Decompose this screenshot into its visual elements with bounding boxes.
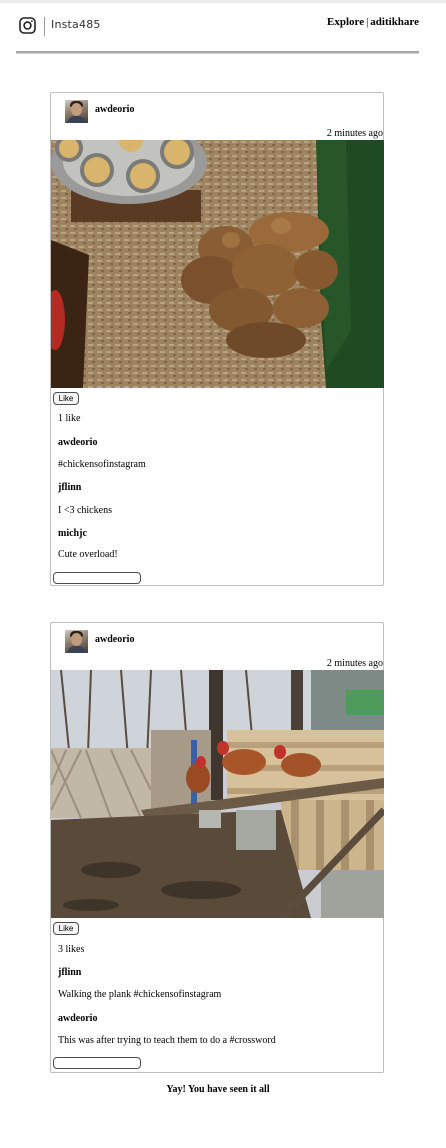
- header-divider: [16, 51, 419, 53]
- comment-text: I <3 chickens: [58, 505, 112, 516]
- comment-text: Cute overload!: [58, 549, 118, 560]
- logo-divider: [44, 17, 45, 36]
- likes-count: 3 likes: [58, 944, 85, 955]
- comment-owner-link[interactable]: awdeorio: [58, 1013, 97, 1024]
- post-owner-link[interactable]: awdeorio: [95, 104, 134, 115]
- comment-text: Walking the plank #chickensofinstagram: [58, 989, 222, 1000]
- avatar[interactable]: [65, 100, 88, 123]
- post-owner-link[interactable]: awdeorio: [95, 634, 134, 645]
- nav-user-link[interactable]: aditikhare: [370, 16, 419, 28]
- comment-owner-link[interactable]: awdeorio: [58, 437, 97, 448]
- instagram-camera-icon[interactable]: [19, 17, 36, 34]
- top-nav: Explore | aditikhare: [327, 16, 419, 28]
- post-photo[interactable]: [51, 670, 384, 918]
- like-button[interactable]: Like: [53, 922, 79, 935]
- comment-input[interactable]: [53, 572, 141, 584]
- comment-owner-link[interactable]: jflinn: [58, 482, 81, 493]
- comment-text: #chickensofinstagram: [58, 459, 146, 470]
- site-header: Insta485 Explore | aditikhare: [0, 3, 446, 53]
- comment-text: This was after trying to teach them to d…: [58, 1035, 276, 1046]
- comment-owner-link[interactable]: michjc: [58, 528, 87, 539]
- post-timestamp-link[interactable]: 2 minutes ago: [327, 128, 383, 139]
- feed-end-message: Yay! You have seen it all: [166, 1084, 270, 1095]
- post-card: awdeorio 2 minutes ago: [50, 622, 384, 1073]
- nav-explore-link[interactable]: Explore: [327, 16, 364, 28]
- post-photo[interactable]: [51, 140, 384, 388]
- post-timestamp-link[interactable]: 2 minutes ago: [327, 658, 383, 669]
- comment-input[interactable]: [53, 1057, 141, 1069]
- comment-owner-link[interactable]: jflinn: [58, 967, 81, 978]
- likes-count: 1 like: [58, 413, 81, 424]
- like-button[interactable]: Like: [53, 392, 79, 405]
- avatar[interactable]: [65, 630, 88, 653]
- site-logo-text[interactable]: Insta485: [51, 18, 101, 31]
- nav-separator: |: [366, 16, 369, 28]
- post-card: awdeorio 2 minutes ago: [50, 92, 384, 586]
